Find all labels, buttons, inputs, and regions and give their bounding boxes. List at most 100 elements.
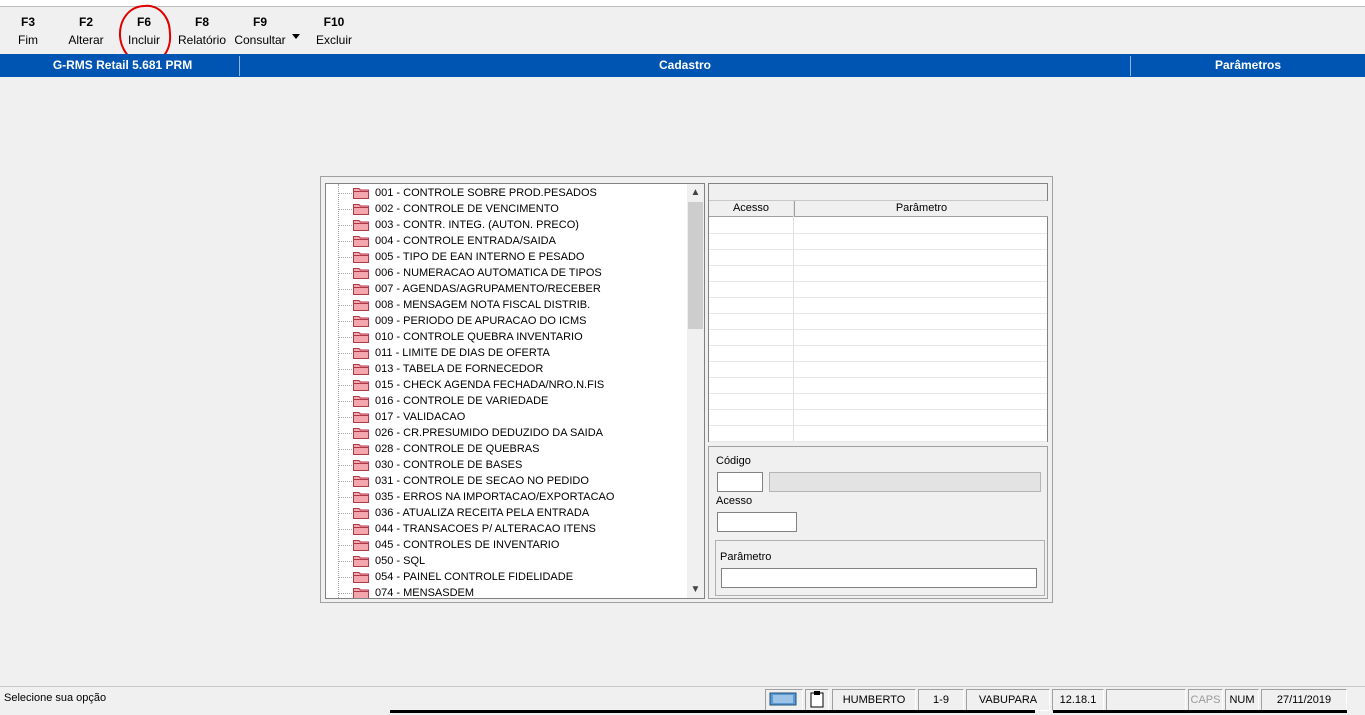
edit-form: Código Acesso Parâmetro: [708, 446, 1048, 599]
status-user: HUMBERTO: [832, 689, 916, 711]
table-row[interactable]: [709, 361, 1047, 378]
table-row[interactable]: [709, 377, 1047, 394]
tree-item[interactable]: 028 - CONTROLE DE QUEBRAS: [326, 441, 686, 457]
folder-icon: [353, 204, 369, 215]
tree-item-label: 007 - AGENDAS/AGRUPAMENTO/RECEBER: [375, 283, 601, 295]
table-row[interactable]: [709, 425, 1047, 442]
tree-item[interactable]: 044 - TRANSACOES P/ ALTERACAO ITENS: [326, 521, 686, 537]
tree-item[interactable]: 005 - TIPO DE EAN INTERNO E PESADO: [326, 249, 686, 265]
scroll-thumb[interactable]: [688, 202, 703, 329]
tree-branch-line: [338, 481, 352, 482]
tree-item[interactable]: 011 - LIMITE DE DIAS DE OFERTA: [326, 345, 686, 361]
tree-item[interactable]: 008 - MENSAGEM NOTA FISCAL DISTRIB.: [326, 297, 686, 313]
folder-icon: [353, 556, 369, 567]
parameter-tree[interactable]: 001 - CONTROLE SOBRE PROD.PESADOS 002 - C…: [325, 183, 705, 599]
tree-item[interactable]: 010 - CONTROLE QUEBRA INVENTARIO: [326, 329, 686, 345]
tree-item-label: 054 - PAINEL CONTROLE FIDELIDADE: [375, 571, 574, 583]
tree-item-label: 005 - TIPO DE EAN INTERNO E PESADO: [375, 251, 585, 263]
table-row[interactable]: [709, 313, 1047, 330]
col-header-acesso[interactable]: Acesso: [709, 201, 793, 217]
tree-item-label: 074 - MENSASDEM: [375, 587, 475, 599]
parameters-panel: 001 - CONTROLE SOBRE PROD.PESADOS 002 - C…: [320, 176, 1053, 603]
function-toolbar: F3 Fim F2 Alterar F6 Incluir F8 Relatóri…: [0, 7, 1365, 54]
table-row[interactable]: [709, 249, 1047, 266]
table-row[interactable]: [709, 329, 1047, 346]
tree-branch-line: [338, 401, 352, 402]
alterar-button[interactable]: F2 Alterar: [66, 13, 106, 49]
clipboard-icon[interactable]: [805, 689, 829, 711]
app-title: G-RMS Retail 5.681 PRM: [52, 58, 193, 72]
parametro-field[interactable]: [721, 568, 1037, 588]
codigo-description-field: [769, 472, 1041, 492]
tree-scrollbar[interactable]: ▲ ▼: [687, 184, 704, 598]
relatorio-button[interactable]: F8 Relatório: [176, 13, 228, 49]
table-row[interactable]: [709, 409, 1047, 426]
folder-icon: [353, 332, 369, 343]
folder-icon: [353, 268, 369, 279]
alterar-label: Alterar: [68, 33, 104, 47]
table-row[interactable]: [709, 297, 1047, 314]
consultar-button[interactable]: F9 Consultar: [233, 13, 287, 49]
tree-item-label: 001 - CONTROLE SOBRE PROD.PESADOS: [375, 187, 597, 199]
tree-item-label: 015 - CHECK AGENDA FECHADA/NRO.N.FIS: [375, 379, 605, 391]
folder-icon: [353, 572, 369, 583]
acesso-field[interactable]: [717, 512, 797, 532]
tree-item[interactable]: 017 - VALIDACAO: [326, 409, 686, 425]
tree-item-label: 003 - CONTR. INTEG. (AUTON. PRECO): [375, 219, 579, 231]
consultar-key: F9: [252, 15, 267, 29]
tree-item[interactable]: 031 - CONTROLE DE SECAO NO PEDIDO: [326, 473, 686, 489]
tree-branch-line: [338, 449, 352, 450]
folder-icon: [353, 316, 369, 327]
relatorio-key: F8: [194, 15, 209, 29]
table-row[interactable]: [709, 265, 1047, 282]
caps-indicator: CAPS: [1188, 689, 1223, 711]
status-version: 12.18.1: [1052, 689, 1104, 711]
folder-icon: [353, 348, 369, 359]
tree-item[interactable]: 009 - PERIODO DE APURACAO DO ICMS: [326, 313, 686, 329]
folder-icon: [353, 396, 369, 407]
tree-item[interactable]: 036 - ATUALIZA RECEITA PELA ENTRADA: [326, 505, 686, 521]
num-indicator: NUM: [1225, 689, 1259, 711]
table-row[interactable]: [709, 393, 1047, 410]
tree-branch-line: [338, 353, 352, 354]
tree-item[interactable]: 003 - CONTR. INTEG. (AUTON. PRECO): [326, 217, 686, 233]
consultar-label: Consultar: [234, 33, 286, 47]
tree-item[interactable]: 030 - CONTROLE DE BASES: [326, 457, 686, 473]
tree-item[interactable]: 007 - AGENDAS/AGRUPAMENTO/RECEBER: [326, 281, 686, 297]
tree-item[interactable]: 013 - TABELA DE FORNECEDOR: [326, 361, 686, 377]
parameter-grid[interactable]: Acesso Parâmetro: [708, 183, 1048, 442]
tree-item-label: 050 - SQL: [375, 555, 426, 567]
table-row[interactable]: [709, 345, 1047, 362]
scroll-down-icon[interactable]: ▼: [687, 581, 704, 598]
excluir-button[interactable]: F10 Excluir: [314, 13, 354, 49]
tree-item[interactable]: 006 - NUMERACAO AUTOMATICA DE TIPOS: [326, 265, 686, 281]
scroll-up-icon[interactable]: ▲: [687, 184, 704, 201]
tree-branch-line: [338, 497, 352, 498]
tree-item-label: 006 - NUMERACAO AUTOMATICA DE TIPOS: [375, 267, 602, 279]
tree-item[interactable]: 045 - CONTROLES DE INVENTARIO: [326, 537, 686, 553]
table-row[interactable]: [709, 217, 1047, 234]
tree-item[interactable]: 015 - CHECK AGENDA FECHADA/NRO.N.FIS: [326, 377, 686, 393]
tree-item[interactable]: 004 - CONTROLE ENTRADA/SAIDA: [326, 233, 686, 249]
fim-label: Fim: [18, 33, 38, 47]
codigo-field[interactable]: [717, 472, 763, 492]
computer-icon[interactable]: [765, 689, 803, 711]
tree-item[interactable]: 074 - MENSASDEM: [326, 585, 686, 599]
tree-item[interactable]: 054 - PAINEL CONTROLE FIDELIDADE: [326, 569, 686, 585]
tree-branch-line: [338, 289, 352, 290]
table-row[interactable]: [709, 281, 1047, 298]
tree-item[interactable]: 050 - SQL: [326, 553, 686, 569]
folder-icon: [353, 188, 369, 199]
tree-item[interactable]: 016 - CONTROLE DE VARIEDADE: [326, 393, 686, 409]
status-empty-cell: [1106, 689, 1186, 711]
tree-item[interactable]: 001 - CONTROLE SOBRE PROD.PESADOS: [326, 185, 686, 201]
tree-item[interactable]: 002 - CONTROLE DE VENCIMENTO: [326, 201, 686, 217]
tree-item[interactable]: 026 - CR.PRESUMIDO DEDUZIDO DA SAIDA: [326, 425, 686, 441]
table-row[interactable]: [709, 233, 1047, 250]
tree-item[interactable]: 035 - ERROS NA IMPORTACAO/EXPORTACAO: [326, 489, 686, 505]
fim-button[interactable]: F3 Fim: [16, 13, 40, 49]
col-header-parametro[interactable]: Parâmetro: [794, 201, 1048, 217]
parametro-group: Parâmetro: [715, 540, 1045, 596]
consultar-dropdown-icon[interactable]: [292, 34, 300, 39]
tree-item-label: 035 - ERROS NA IMPORTACAO/EXPORTACAO: [375, 491, 615, 503]
